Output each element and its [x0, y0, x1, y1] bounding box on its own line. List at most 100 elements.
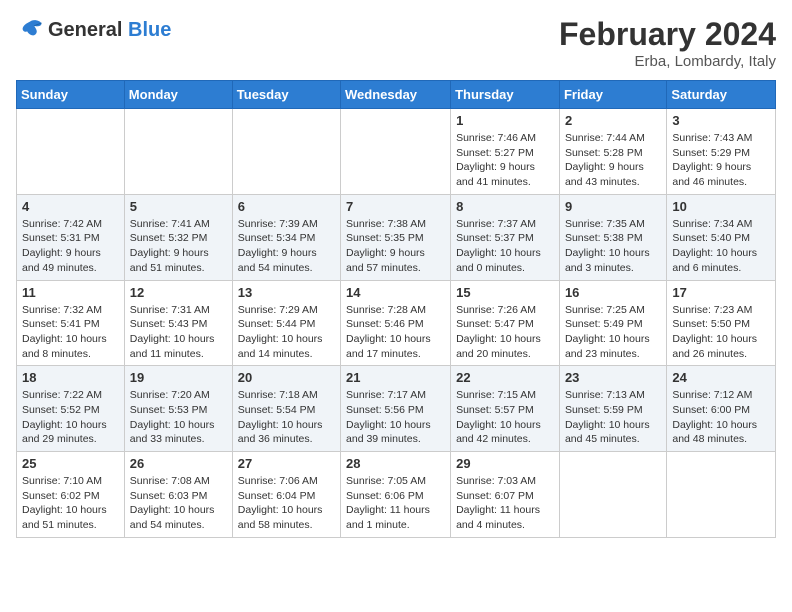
- calendar-cell: 13 Sunrise: 7:29 AMSunset: 5:44 PMDayligh…: [232, 280, 340, 366]
- day-info: Sunrise: 7:23 AMSunset: 5:50 PMDaylight:…: [672, 303, 770, 362]
- calendar-week-1: 1 Sunrise: 7:46 AMSunset: 5:27 PMDaylight…: [17, 109, 776, 195]
- calendar-cell: 15 Sunrise: 7:26 AMSunset: 5:47 PMDayligh…: [451, 280, 560, 366]
- day-number: 20: [238, 370, 335, 385]
- day-info: Sunrise: 7:25 AMSunset: 5:49 PMDaylight:…: [565, 303, 661, 362]
- day-number: 11: [22, 285, 119, 300]
- day-number: 26: [130, 456, 227, 471]
- day-info: Sunrise: 7:37 AMSunset: 5:37 PMDaylight:…: [456, 217, 554, 276]
- day-number: 29: [456, 456, 554, 471]
- day-number: 10: [672, 199, 770, 214]
- calendar-cell: 19 Sunrise: 7:20 AMSunset: 5:53 PMDayligh…: [124, 366, 232, 452]
- day-number: 28: [346, 456, 445, 471]
- day-info: Sunrise: 7:42 AMSunset: 5:31 PMDaylight:…: [22, 217, 119, 276]
- logo-text: General Blue: [48, 19, 171, 41]
- day-number: 13: [238, 285, 335, 300]
- day-info: Sunrise: 7:17 AMSunset: 5:56 PMDaylight:…: [346, 388, 445, 447]
- day-number: 15: [456, 285, 554, 300]
- calendar-cell: [124, 109, 232, 195]
- calendar-cell: 11 Sunrise: 7:32 AMSunset: 5:41 PMDayligh…: [17, 280, 125, 366]
- calendar-cell: 6 Sunrise: 7:39 AMSunset: 5:34 PMDaylight…: [232, 194, 340, 280]
- calendar-cell: 1 Sunrise: 7:46 AMSunset: 5:27 PMDaylight…: [451, 109, 560, 195]
- calendar-cell: 28 Sunrise: 7:05 AMSunset: 6:06 PMDayligh…: [341, 452, 451, 538]
- calendar-cell: [17, 109, 125, 195]
- day-info: Sunrise: 7:35 AMSunset: 5:38 PMDaylight:…: [565, 217, 661, 276]
- day-number: 25: [22, 456, 119, 471]
- day-info: Sunrise: 7:10 AMSunset: 6:02 PMDaylight:…: [22, 474, 119, 533]
- calendar-week-3: 11 Sunrise: 7:32 AMSunset: 5:41 PMDayligh…: [17, 280, 776, 366]
- calendar-table: SundayMondayTuesdayWednesdayThursdayFrid…: [16, 80, 776, 538]
- weekday-header-row: SundayMondayTuesdayWednesdayThursdayFrid…: [17, 81, 776, 109]
- day-info: Sunrise: 7:32 AMSunset: 5:41 PMDaylight:…: [22, 303, 119, 362]
- weekday-header-monday: Monday: [124, 81, 232, 109]
- day-number: 5: [130, 199, 227, 214]
- calendar-cell: 2Sunrise: 7:44 AMSunset: 5:28 PMDaylight…: [559, 109, 666, 195]
- day-info: Sunrise: 7:22 AMSunset: 5:52 PMDaylight:…: [22, 388, 119, 447]
- calendar-cell: [232, 109, 340, 195]
- day-number: 7: [346, 199, 445, 214]
- calendar-cell: 9 Sunrise: 7:35 AMSunset: 5:38 PMDaylight…: [559, 194, 666, 280]
- weekday-header-friday: Friday: [559, 81, 666, 109]
- day-info: Sunrise: 7:03 AMSunset: 6:07 PMDaylight:…: [456, 474, 554, 533]
- day-info: Sunrise: 7:31 AMSunset: 5:43 PMDaylight:…: [130, 303, 227, 362]
- weekday-header-sunday: Sunday: [17, 81, 125, 109]
- title-area: February 2024 Erba, Lombardy, Italy: [559, 16, 776, 70]
- calendar-cell: 20 Sunrise: 7:18 AMSunset: 5:54 PMDayligh…: [232, 366, 340, 452]
- calendar-cell: 12 Sunrise: 7:31 AMSunset: 5:43 PMDayligh…: [124, 280, 232, 366]
- calendar-cell: 21 Sunrise: 7:17 AMSunset: 5:56 PMDayligh…: [341, 366, 451, 452]
- day-number: 23: [565, 370, 661, 385]
- calendar-week-2: 4 Sunrise: 7:42 AMSunset: 5:31 PMDaylight…: [17, 194, 776, 280]
- day-number: 17: [672, 285, 770, 300]
- day-info: Sunrise: 7:26 AMSunset: 5:47 PMDaylight:…: [456, 303, 554, 362]
- calendar-cell: 4 Sunrise: 7:42 AMSunset: 5:31 PMDaylight…: [17, 194, 125, 280]
- page-subtitle: Erba, Lombardy, Italy: [559, 53, 776, 70]
- calendar-cell: 27 Sunrise: 7:06 AMSunset: 6:04 PMDayligh…: [232, 452, 340, 538]
- calendar-cell: 5Sunrise: 7:41 AMSunset: 5:32 PMDaylight…: [124, 194, 232, 280]
- day-info: Sunrise: 7:13 AMSunset: 5:59 PMDaylight:…: [565, 388, 661, 447]
- day-number: 3: [672, 113, 770, 128]
- day-info: Sunrise: 7:05 AMSunset: 6:06 PMDaylight:…: [346, 474, 445, 533]
- day-info: Sunrise: 7:29 AMSunset: 5:44 PMDaylight:…: [238, 303, 335, 362]
- day-number: 27: [238, 456, 335, 471]
- day-info: Sunrise: 7:44 AMSunset: 5:28 PMDaylight:…: [565, 131, 661, 190]
- calendar-cell: 22Sunrise: 7:15 AMSunset: 5:57 PMDayligh…: [451, 366, 560, 452]
- calendar-cell: 18 Sunrise: 7:22 AMSunset: 5:52 PMDayligh…: [17, 366, 125, 452]
- calendar-week-4: 18 Sunrise: 7:22 AMSunset: 5:52 PMDayligh…: [17, 366, 776, 452]
- weekday-header-thursday: Thursday: [451, 81, 560, 109]
- day-number: 12: [130, 285, 227, 300]
- day-info: Sunrise: 7:06 AMSunset: 6:04 PMDaylight:…: [238, 474, 335, 533]
- day-number: 4: [22, 199, 119, 214]
- logo-bird-icon: [16, 16, 44, 44]
- day-info: Sunrise: 7:08 AMSunset: 6:03 PMDaylight:…: [130, 474, 227, 533]
- day-number: 19: [130, 370, 227, 385]
- day-info: Sunrise: 7:18 AMSunset: 5:54 PMDaylight:…: [238, 388, 335, 447]
- calendar-cell: [341, 109, 451, 195]
- day-number: 6: [238, 199, 335, 214]
- day-info: Sunrise: 7:20 AMSunset: 5:53 PMDaylight:…: [130, 388, 227, 447]
- day-info: Sunrise: 7:12 AMSunset: 6:00 PMDaylight:…: [672, 388, 770, 447]
- calendar-week-5: 25 Sunrise: 7:10 AMSunset: 6:02 PMDayligh…: [17, 452, 776, 538]
- calendar-cell: 7 Sunrise: 7:38 AMSunset: 5:35 PMDaylight…: [341, 194, 451, 280]
- weekday-header-saturday: Saturday: [667, 81, 776, 109]
- day-number: 1: [456, 113, 554, 128]
- day-info: Sunrise: 7:38 AMSunset: 5:35 PMDaylight:…: [346, 217, 445, 276]
- calendar-cell: [559, 452, 666, 538]
- day-number: 21: [346, 370, 445, 385]
- weekday-header-wednesday: Wednesday: [341, 81, 451, 109]
- day-info: Sunrise: 7:46 AMSunset: 5:27 PMDaylight:…: [456, 131, 554, 190]
- header: General Blue February 2024 Erba, Lombard…: [16, 16, 776, 70]
- calendar-cell: 17 Sunrise: 7:23 AMSunset: 5:50 PMDayligh…: [667, 280, 776, 366]
- logo: General Blue: [16, 16, 171, 44]
- calendar-cell: 23 Sunrise: 7:13 AMSunset: 5:59 PMDayligh…: [559, 366, 666, 452]
- day-info: Sunrise: 7:39 AMSunset: 5:34 PMDaylight:…: [238, 217, 335, 276]
- day-number: 18: [22, 370, 119, 385]
- calendar-cell: 26 Sunrise: 7:08 AMSunset: 6:03 PMDayligh…: [124, 452, 232, 538]
- day-number: 16: [565, 285, 661, 300]
- day-number: 22: [456, 370, 554, 385]
- calendar-cell: [667, 452, 776, 538]
- calendar-cell: 8 Sunrise: 7:37 AMSunset: 5:37 PMDaylight…: [451, 194, 560, 280]
- calendar-cell: 3Sunrise: 7:43 AMSunset: 5:29 PMDaylight…: [667, 109, 776, 195]
- weekday-header-tuesday: Tuesday: [232, 81, 340, 109]
- day-number: 8: [456, 199, 554, 214]
- day-number: 9: [565, 199, 661, 214]
- calendar-cell: 14Sunrise: 7:28 AMSunset: 5:46 PMDayligh…: [341, 280, 451, 366]
